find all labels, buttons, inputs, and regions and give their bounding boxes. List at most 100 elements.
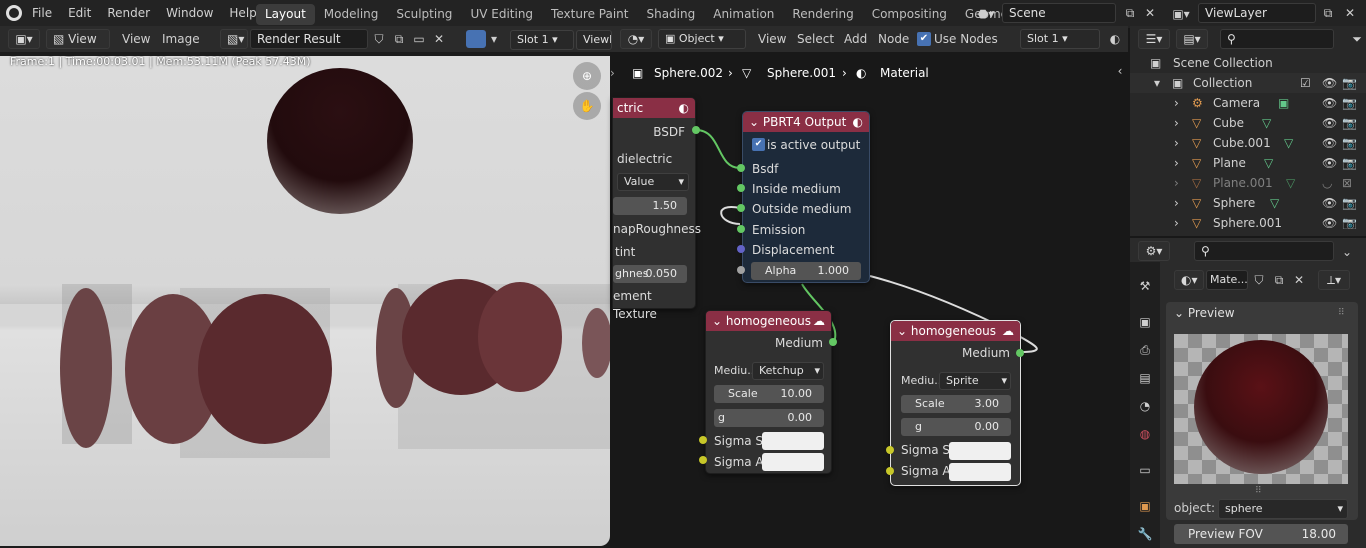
filter-icon[interactable]: ⏷ bbox=[1350, 29, 1364, 49]
render-icon[interactable]: 📷 bbox=[1342, 213, 1357, 229]
alpha-field[interactable]: Alpha 1.000 bbox=[751, 262, 861, 280]
tool-tab-icon[interactable]: ⚒ bbox=[1134, 275, 1156, 297]
blender-logo-icon[interactable] bbox=[6, 5, 22, 21]
sigma-a-color-1[interactable] bbox=[762, 453, 824, 471]
outliner-item-sphere-001[interactable]: › ▽ Sphere.001 👁 📷 bbox=[1130, 213, 1366, 229]
pan-hand-icon[interactable]: ✋ bbox=[573, 92, 601, 120]
dielectric-node-header[interactable]: ctric ◐ bbox=[613, 98, 695, 118]
collapse-icon[interactable]: ⌄ bbox=[749, 115, 763, 129]
alpha-socket[interactable] bbox=[737, 266, 745, 274]
view-layer-field[interactable]: ViewLayer bbox=[1198, 3, 1316, 23]
material-name-field[interactable]: Mate... bbox=[1206, 270, 1248, 290]
material-unlink-icon[interactable]: ✕ bbox=[1290, 270, 1308, 290]
g-field-2[interactable]: g 0.00 bbox=[901, 418, 1011, 436]
is-active-output-checkbox[interactable]: ✔ bbox=[752, 138, 765, 151]
visibility-icon[interactable]: 👁 bbox=[1322, 113, 1337, 133]
visibility-icon[interactable]: 👁 bbox=[1322, 93, 1337, 113]
sigma-a-socket-1[interactable] bbox=[699, 456, 707, 464]
preview-header[interactable]: ⌄ Preview bbox=[1174, 303, 1235, 323]
preview-collapse-icon[interactable]: ⌄ bbox=[1174, 306, 1188, 320]
collection-tab-icon[interactable]: ▭ bbox=[1134, 459, 1156, 481]
sigma-s-color-2[interactable] bbox=[949, 442, 1011, 460]
unlink-image-icon[interactable]: ✕ bbox=[430, 29, 448, 49]
sigma-s-socket-2[interactable] bbox=[886, 446, 894, 454]
properties-options-icon[interactable]: ⌄ bbox=[1340, 242, 1354, 262]
render-layer-dropdown[interactable]: ViewL bbox=[576, 30, 612, 50]
expand-icon[interactable]: › bbox=[1174, 93, 1179, 113]
preview-fov-field[interactable]: Preview FOV 18.00 bbox=[1174, 524, 1348, 544]
medium-preset-dropdown-1[interactable]: Ketchup ▾ bbox=[752, 362, 824, 380]
outliner-editor-type-icon[interactable]: ☰▾ bbox=[1138, 29, 1170, 49]
duplicate-image-icon[interactable]: ⧉ bbox=[390, 29, 408, 49]
image-name-field[interactable]: Render Result bbox=[250, 29, 368, 49]
close-view-layer-icon[interactable]: ✕ bbox=[1342, 3, 1358, 23]
medium-output-socket-1[interactable] bbox=[829, 338, 837, 346]
node-menu-node[interactable]: Node bbox=[878, 29, 909, 49]
image-browse-button[interactable]: ▧▾ bbox=[220, 29, 248, 49]
new-scene-icon[interactable]: ⧉ bbox=[1120, 3, 1140, 23]
object-tab-icon[interactable]: ▣ bbox=[1134, 495, 1156, 517]
tab-uv-editing[interactable]: UV Editing bbox=[461, 4, 542, 25]
outside-medium-socket[interactable] bbox=[737, 204, 745, 212]
use-nodes-checkbox[interactable]: ✔ bbox=[917, 32, 931, 46]
collection-checkbox[interactable]: ☑ bbox=[1300, 73, 1311, 93]
modifier-tab-icon[interactable]: 🔧 bbox=[1134, 523, 1156, 545]
collapse-icon-1[interactable]: ⌄ bbox=[712, 314, 726, 328]
tab-layout[interactable]: Layout bbox=[256, 4, 315, 25]
sigma-a-socket-2[interactable] bbox=[886, 467, 894, 475]
material-browse-button[interactable]: ◐▾ bbox=[1174, 270, 1204, 290]
medium-output-socket-2[interactable] bbox=[1016, 349, 1024, 357]
visibility-icon[interactable]: 👁 bbox=[1322, 153, 1337, 173]
pbrt4-output-header[interactable]: ⌄ PBRT4 Output ◐ bbox=[743, 112, 869, 132]
scale-field-1[interactable]: Scale 10.00 bbox=[714, 385, 824, 403]
node-slot-dropdown[interactable]: Slot 1 ▾ bbox=[1020, 29, 1100, 49]
sigma-a-color-2[interactable] bbox=[949, 463, 1011, 481]
tab-shading[interactable]: Shading bbox=[637, 4, 704, 25]
material-duplicate-icon[interactable]: ⧉ bbox=[1270, 270, 1288, 290]
zoom-icon[interactable]: ⊕ bbox=[573, 62, 601, 90]
outliner-item-plane-001[interactable]: › ▽ Plane.001 ▽ ◡ ⊠ bbox=[1130, 173, 1366, 193]
display-channels-icon[interactable] bbox=[466, 30, 486, 48]
inside-medium-socket[interactable] bbox=[737, 184, 745, 192]
bsdf-input-socket[interactable] bbox=[737, 164, 745, 172]
scene-tab-icon[interactable]: ◔ bbox=[1134, 395, 1156, 417]
render-slot-dropdown[interactable]: Slot 1 ▾ bbox=[510, 30, 574, 50]
view-mode-dropdown[interactable]: ▧ View ▾ bbox=[46, 29, 110, 64]
expand-icon[interactable]: › bbox=[1174, 113, 1179, 133]
node-menu-add[interactable]: Add bbox=[844, 29, 867, 49]
dielectric-node[interactable]: ctric ◐ BSDF dielectric Value ▾ 1.50 napRo… bbox=[612, 97, 701, 321]
scale-field-2[interactable]: Scale 3.00 bbox=[901, 395, 1011, 413]
homogeneous-header-2[interactable]: ⌄ homogeneous ☁ bbox=[891, 321, 1020, 341]
expand-icon[interactable]: › bbox=[1174, 193, 1179, 213]
world-tab-icon[interactable]: ◍ bbox=[1134, 423, 1156, 445]
tab-modeling[interactable]: Modeling bbox=[315, 4, 388, 25]
bsdf-output-socket[interactable] bbox=[692, 126, 700, 134]
sigma-s-color-1[interactable] bbox=[762, 432, 824, 450]
render-tab-icon[interactable]: ▣ bbox=[1134, 311, 1156, 333]
tab-compositing[interactable]: Compositing bbox=[863, 4, 956, 25]
render-icon[interactable]: 📷 bbox=[1342, 133, 1357, 153]
pbrt4-output-node[interactable]: ⌄ PBRT4 Output ◐ ✔ is active output Bsdf … bbox=[742, 111, 870, 283]
close-scene-icon[interactable]: ✕ bbox=[1142, 3, 1158, 23]
pin-icon[interactable]: ◐ bbox=[1106, 30, 1124, 48]
outliner-item-cube[interactable]: › ▽ Cube ▽ 👁 📷 bbox=[1130, 113, 1366, 133]
properties-search-input[interactable]: ⚲ bbox=[1194, 241, 1334, 261]
render-icon[interactable]: 📷 bbox=[1342, 153, 1357, 173]
new-view-layer-icon[interactable]: ⧉ bbox=[1318, 3, 1338, 23]
outliner-item-cube-001[interactable]: › ▽ Cube.001 ▽ 👁 📷 bbox=[1130, 133, 1366, 153]
expand-collection-icon[interactable]: ▾ bbox=[1154, 73, 1160, 93]
homogeneous-node-ketchup[interactable]: ⌄ homogeneous ☁ Medium Mediu... Ketchup ▾ … bbox=[705, 310, 832, 474]
properties-editor-type-icon[interactable]: ⚙▾ bbox=[1138, 241, 1170, 261]
editor-type-icon[interactable]: ▣▾ bbox=[8, 29, 40, 49]
render-result-image[interactable] bbox=[0, 56, 610, 546]
expand-icon[interactable]: › bbox=[1174, 213, 1179, 229]
render-disabled-icon[interactable]: ⊠ bbox=[1342, 173, 1352, 193]
open-image-icon[interactable]: ▭ bbox=[410, 29, 428, 49]
collection-render-icon[interactable]: 📷 bbox=[1342, 73, 1357, 93]
tab-texture-paint[interactable]: Texture Paint bbox=[542, 4, 637, 25]
sigma-s-socket-1[interactable] bbox=[699, 436, 707, 444]
display-channels-dropdown-icon[interactable]: ▾ bbox=[488, 29, 500, 49]
displacement-socket[interactable] bbox=[737, 245, 745, 253]
collapse-icon-2[interactable]: ⌄ bbox=[897, 324, 911, 338]
tab-animation[interactable]: Animation bbox=[704, 4, 783, 25]
